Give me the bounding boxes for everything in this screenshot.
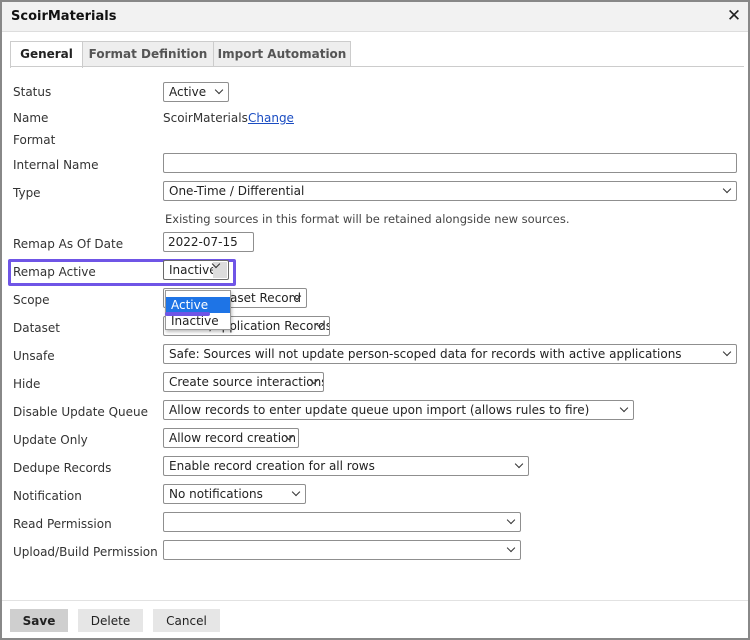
footer-divider (2, 600, 748, 601)
upload-build-permission-select[interactable] (163, 540, 521, 560)
upload-build-permission-label: Upload/Build Permission (13, 545, 158, 559)
hide-label: Hide (13, 377, 41, 391)
update-only-label: Update Only (13, 433, 88, 447)
dedupe-records-value: Enable record creation for all rows (169, 459, 375, 473)
status-value: Active (169, 85, 207, 99)
disable-update-queue-value: Allow records to enter update queue upon… (169, 403, 590, 417)
tab-general[interactable]: General (10, 41, 83, 68)
chevron-down-icon (294, 294, 302, 302)
name-value: ScoirMaterials (163, 111, 248, 125)
chevron-down-icon (317, 322, 325, 330)
read-permission-select[interactable] (163, 512, 521, 532)
dedupe-records-label: Dedupe Records (13, 461, 112, 475)
hide-select[interactable]: Create source interactions (163, 372, 324, 392)
dialog-window: ScoirMaterials ✕ General Format Definiti… (0, 0, 750, 640)
remap-date-label: Remap As Of Date (13, 237, 124, 251)
type-label: Type (13, 186, 41, 200)
dedupe-records-select[interactable]: Enable record creation for all rows (163, 456, 529, 476)
tab-import-automation[interactable]: Import Automation (213, 41, 351, 67)
chevron-down-icon (508, 546, 516, 554)
notification-value: No notifications (169, 487, 263, 501)
chevron-down-icon (724, 187, 732, 195)
chevron-down-icon (508, 518, 516, 526)
format-label: Format (13, 133, 56, 147)
tab-format-definition[interactable]: Format Definition (82, 41, 214, 67)
disable-update-queue-label: Disable Update Queue (13, 405, 149, 419)
type-select[interactable]: One-Time / Differential (163, 181, 737, 201)
status-label: Status (13, 85, 52, 99)
internal-name-input[interactable] (163, 153, 737, 173)
dataset-label: Dataset (13, 321, 60, 335)
tab-divider (10, 66, 744, 67)
chevron-down-icon (293, 490, 301, 498)
remap-active-label: Remap Active (13, 265, 96, 279)
remap-active-select[interactable]: Inactive (163, 260, 229, 280)
chevron-down-icon (516, 462, 524, 470)
disable-update-queue-select[interactable]: Allow records to enter update queue upon… (163, 400, 634, 420)
internal-name-label: Internal Name (13, 158, 99, 172)
name-label: Name (13, 111, 49, 125)
notification-select[interactable]: No notifications (163, 484, 306, 504)
remap-active-dropdown: Active Inactive (165, 290, 231, 330)
cancel-button[interactable]: Cancel (153, 609, 220, 632)
type-hint: Existing sources in this format will be … (165, 212, 570, 226)
chevron-down-icon (216, 88, 224, 96)
remap-date-input[interactable]: 2022-07-15 (163, 232, 254, 252)
change-name-link[interactable]: Change (248, 111, 294, 125)
chevron-down-icon (311, 378, 319, 386)
save-button[interactable]: Save (10, 609, 68, 632)
close-icon[interactable]: ✕ (726, 6, 742, 26)
chevron-down-icon (724, 350, 732, 358)
option-active[interactable]: Active (166, 297, 230, 313)
scope-value: aset Record (230, 291, 301, 305)
update-only-value: Allow record creation (169, 431, 296, 445)
title-bar: ScoirMaterials ✕ (2, 2, 748, 32)
remap-active-value: Inactive (169, 263, 217, 277)
update-only-select[interactable]: Allow record creation (163, 428, 299, 448)
dialog-title: ScoirMaterials (11, 9, 117, 24)
unsafe-select[interactable]: Safe: Sources will not update person-sco… (163, 344, 737, 364)
unsafe-value: Safe: Sources will not update person-sco… (169, 347, 682, 361)
scope-label: Scope (13, 293, 50, 307)
chevron-down-icon (286, 434, 294, 442)
status-select[interactable]: Active (163, 82, 229, 102)
chevron-down-icon (621, 406, 629, 414)
type-value: One-Time / Differential (169, 184, 305, 198)
option-underline-marker (165, 312, 210, 316)
delete-button[interactable]: Delete (78, 609, 143, 632)
chevron-down-icon (213, 262, 227, 278)
notification-label: Notification (13, 489, 82, 503)
hide-value: Create source interactions (169, 375, 324, 389)
unsafe-label: Unsafe (13, 349, 55, 363)
read-permission-label: Read Permission (13, 517, 112, 531)
